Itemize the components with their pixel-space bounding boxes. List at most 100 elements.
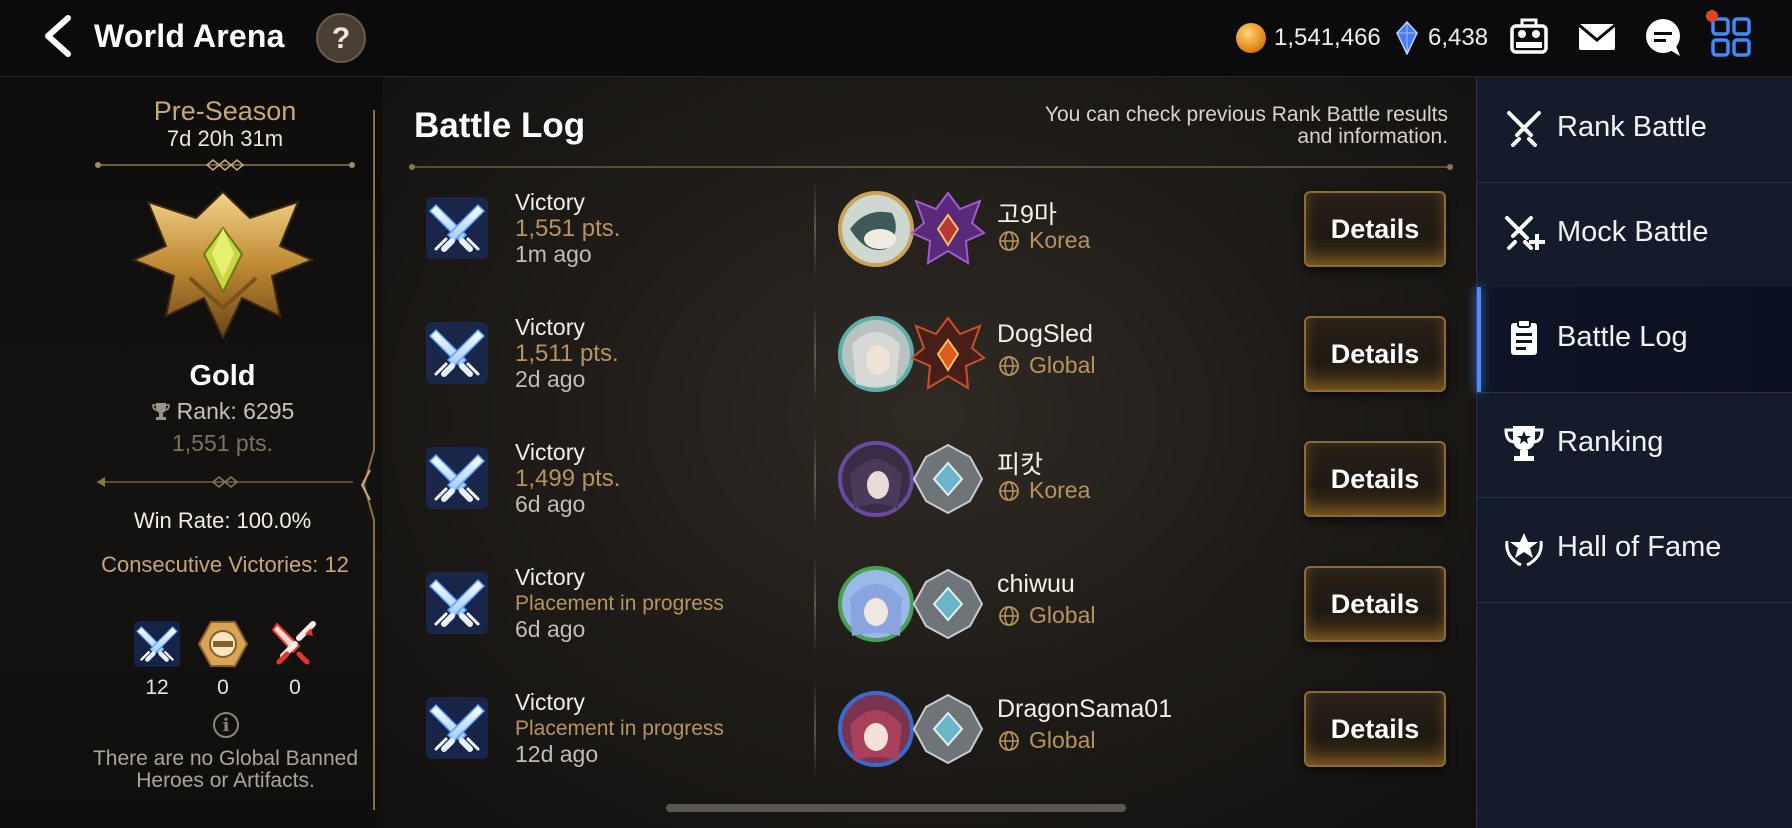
battle-result: Victory [515, 564, 585, 590]
server-name: Global [1029, 727, 1096, 753]
menu-label: Mock Battle [1557, 216, 1709, 248]
notification-dot [1706, 10, 1718, 22]
menu-item-rank-battle[interactable]: Rank Battle [1477, 77, 1792, 183]
crystal-amount: 6,438 [1428, 24, 1489, 51]
victory-swords-icon [422, 443, 492, 513]
details-button[interactable]: Details [1304, 441, 1446, 517]
details-button[interactable]: Details [1304, 691, 1446, 767]
battle-result: Victory [515, 689, 585, 715]
battle-time: 1m ago [515, 241, 592, 267]
tier-name: Gold [189, 360, 256, 392]
menu-item-ranking[interactable]: Ranking [1477, 392, 1792, 498]
opponent-avatar [838, 566, 914, 642]
crossed-swords-icon [1507, 111, 1541, 147]
victory-swords-icon [422, 318, 492, 388]
battle-points: 1,511 pts. [515, 340, 619, 367]
opponent-server: Korea [997, 227, 1090, 254]
details-button[interactable]: Details [1304, 566, 1446, 642]
battle-time: 2d ago [515, 366, 586, 392]
battle-log-row: Victory 1,551 pts. 1m ago 고9마 Korea Deta… [408, 179, 1454, 279]
draw-shield-icon [197, 621, 249, 667]
clipboard-icon [1511, 319, 1537, 355]
battle-time: 6d ago [515, 491, 586, 517]
victory-swords-icon [422, 693, 492, 763]
battle-log-description: You can check previous Rank Battle resul… [1044, 103, 1448, 148]
top-bar: World Arena ? 1,541,466 6,438 [0, 0, 1792, 77]
league-emblem-icon [910, 316, 986, 390]
trophy-icon [151, 403, 170, 420]
back-arrow-icon[interactable] [38, 14, 82, 58]
row-divider [814, 554, 816, 654]
opponent-server: Global [997, 602, 1095, 629]
menu-label: Ranking [1557, 426, 1664, 458]
details-button[interactable]: Details [1304, 316, 1446, 392]
battle-result: Victory [515, 439, 585, 465]
details-button[interactable]: Details [1304, 191, 1446, 267]
row-divider [814, 304, 816, 404]
league-emblem-icon [912, 693, 984, 765]
trophy-icon [1504, 426, 1544, 461]
row-divider [814, 179, 816, 279]
gold-rank-emblem [131, 190, 315, 340]
banned-notice: There are no Global Banned Heroes or Art… [92, 747, 358, 792]
season-timer: 7d 20h 31m [166, 126, 284, 151]
opponent-name: DogSled [997, 320, 1093, 348]
chat-icon[interactable] [1640, 14, 1686, 60]
opponent-avatar [838, 441, 914, 517]
battle-result: Victory [515, 314, 585, 340]
menu-item-hall-of-fame[interactable]: Hall of Fame [1477, 497, 1792, 603]
gold-amount: 1,541,466 [1274, 24, 1381, 51]
crystal-counter: 6,438 [1396, 18, 1488, 58]
server-name: Korea [1029, 227, 1091, 253]
broken-swords-icon [271, 621, 316, 665]
ornament-divider [95, 159, 355, 171]
server-name: Global [1029, 352, 1096, 378]
opponent-server: Global [997, 352, 1095, 379]
mail-icon[interactable] [1574, 14, 1620, 60]
opponent-server: Korea [997, 477, 1090, 504]
team-icon[interactable] [1506, 14, 1552, 60]
opponent-avatar [838, 691, 914, 767]
gold-coin-icon [1236, 23, 1266, 53]
battle-points: Placement in progress [515, 717, 724, 740]
opponent-name: DragonSama01 [997, 695, 1173, 723]
opponent-avatar [838, 191, 914, 267]
battle-result: Victory [515, 189, 585, 215]
globe-icon [997, 479, 1021, 503]
info-icon[interactable]: i [213, 712, 239, 738]
battle-log-row: Victory Placement in progress 6d ago chi… [408, 554, 1454, 654]
losses-stat: 0 [265, 618, 325, 700]
battle-points: Placement in progress [515, 592, 724, 615]
victory-swords-icon [422, 568, 492, 638]
league-emblem-icon [912, 568, 984, 640]
page-title: World Arena [94, 18, 285, 54]
battle-log-row: Victory 1,511 pts. 2d ago DogSled Global… [408, 304, 1454, 404]
draws-count: 0 [217, 676, 229, 699]
opponent-name: chiwuu [997, 570, 1075, 598]
profile-points: 1,551 pts. [171, 430, 274, 456]
menu-label: Rank Battle [1557, 111, 1707, 143]
wins-count: 12 [145, 676, 169, 699]
scrollbar[interactable] [666, 804, 1126, 812]
laurel-star-icon [1505, 533, 1543, 567]
ornament-divider [97, 476, 353, 488]
opponent-name: 피캇 [997, 451, 1044, 479]
row-divider [814, 679, 816, 779]
league-emblem-icon [910, 191, 986, 265]
globe-icon [997, 729, 1021, 753]
victory-swords-icon [422, 193, 492, 263]
battle-log-row: Victory Placement in progress 12d ago Dr… [408, 679, 1454, 779]
battle-points: 1,551 pts. [515, 215, 621, 242]
battle-points: 1,499 pts. [515, 465, 621, 492]
menu-item-battle-log[interactable]: Battle Log [1477, 287, 1792, 393]
header-divider [409, 164, 1453, 170]
menu-label: Battle Log [1557, 321, 1688, 353]
battle-time: 6d ago [515, 616, 586, 642]
help-button[interactable]: ? [316, 13, 366, 63]
row-divider [814, 429, 816, 529]
menu-item-mock-battle[interactable]: Mock Battle [1477, 182, 1792, 288]
season-label: Pre-Season [153, 96, 297, 126]
losses-count: 0 [289, 676, 301, 699]
server-name: Korea [1029, 477, 1091, 503]
league-emblem-icon [912, 443, 984, 515]
